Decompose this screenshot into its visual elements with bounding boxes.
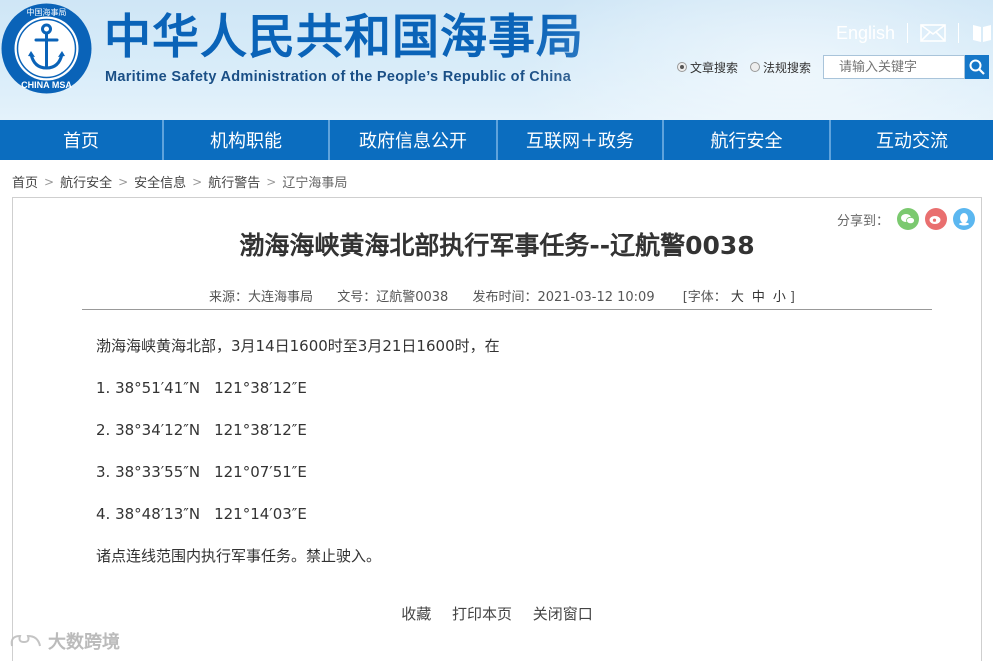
- search-option-article[interactable]: 文章搜索: [677, 59, 738, 76]
- book-icon[interactable]: [971, 22, 993, 44]
- site-title-en: Maritime Safety Administration of the Pe…: [105, 69, 572, 85]
- article-footer-links: 收藏 打印本页 关闭窗口: [13, 603, 981, 624]
- point-longitude: 121°14′03″E: [214, 505, 307, 523]
- breadcrumb: 首页 > 航行安全 > 安全信息 > 航行警告 > 辽宁海事局: [12, 172, 347, 192]
- font-size-large[interactable]: 大: [731, 290, 744, 305]
- point-number: 3.: [96, 463, 111, 481]
- search-option-label: 文章搜索: [690, 60, 739, 75]
- english-link[interactable]: English: [836, 23, 895, 44]
- coordinate-point: 2. 38°34′12″N 121°38′12″E: [96, 420, 500, 462]
- radio-checked-icon[interactable]: [677, 62, 687, 72]
- watermark-text: 大数跨境: [48, 632, 120, 653]
- breadcrumb-separator: >: [44, 174, 55, 189]
- nav-item-home[interactable]: 首页: [0, 120, 164, 160]
- breadcrumb-separator: >: [266, 174, 277, 189]
- logo-text-bottom: CHINA MSA: [21, 80, 72, 90]
- search-icon: [969, 59, 985, 75]
- nav-item-gov-info[interactable]: 政府信息公开: [330, 120, 498, 160]
- search-option-label: 法规搜索: [763, 60, 812, 75]
- main-nav: 首页 机构职能 政府信息公开 互联网＋政务 航行安全 互动交流: [0, 120, 993, 160]
- meta-publish-time: 发布时间：2021-03-12 10:09: [472, 290, 655, 305]
- article-meta: 来源：大连海事局 文号：辽航警0038 发布时间：2021-03-12 10:0…: [13, 286, 981, 305]
- search-input[interactable]: [823, 55, 966, 79]
- breadcrumb-item-nav-safety[interactable]: 航行安全: [60, 172, 112, 191]
- nav-item-interaction[interactable]: 互动交流: [831, 120, 993, 160]
- nav-item-nav-safety[interactable]: 航行安全: [664, 120, 831, 160]
- breadcrumb-item-safety-info[interactable]: 安全信息: [134, 172, 186, 191]
- coordinate-point: 4. 38°48′13″N 121°14′03″E: [96, 504, 500, 546]
- meta-doc-no: 文号：辽航警0038: [337, 290, 449, 305]
- point-number: 4.: [96, 505, 111, 523]
- breadcrumb-item-liaoning[interactable]: 辽宁海事局: [282, 172, 347, 191]
- point-latitude: 38°51′41″N: [115, 379, 201, 397]
- article-body: 渤海海峡黄海北部，3月14日1600时至3月21日1600时，在 1. 38°5…: [96, 336, 500, 588]
- breadcrumb-separator: >: [118, 174, 129, 189]
- site-header: 中国海事局 CHINA MSA 中华人民共和国海事局 Maritime Safe…: [0, 0, 993, 120]
- font-size-label: [字体：: [682, 290, 727, 305]
- search-row: 文章搜索 法规搜索: [677, 55, 990, 79]
- search-option-law[interactable]: 法规搜索: [750, 59, 811, 76]
- coordinate-point: 1. 38°51′41″N 121°38′12″E: [96, 378, 500, 420]
- logo-text-top: 中国海事局: [27, 7, 67, 17]
- title-divider: [82, 309, 932, 310]
- article-intro: 渤海海峡黄海北部，3月14日1600时至3月21日1600时，在: [96, 337, 500, 355]
- point-latitude: 38°33′55″N: [115, 463, 201, 481]
- watermark: 大数跨境: [8, 628, 120, 654]
- coordinate-point: 3. 38°33′55″N 121°07′51″E: [96, 462, 500, 504]
- top-separator: [958, 23, 959, 43]
- mail-icon[interactable]: [920, 24, 946, 42]
- point-longitude: 121°38′12″E: [214, 379, 307, 397]
- article-container: 分享到： 渤海海峡黄海北部执行军事任务--辽航警0038 来源：大连海事局 文号…: [12, 197, 982, 661]
- article-conclusion: 诸点连线范围内执行军事任务。禁止驶入。: [96, 547, 382, 565]
- top-separator: [907, 23, 908, 43]
- print-link[interactable]: 打印本页: [452, 605, 512, 623]
- point-latitude: 38°34′12″N: [115, 421, 201, 439]
- point-number: 1.: [96, 379, 111, 397]
- close-window-link[interactable]: 关闭窗口: [533, 605, 593, 623]
- search-button[interactable]: [965, 55, 990, 79]
- meta-source: 来源：大连海事局: [209, 290, 314, 305]
- font-size-close-bracket: ]: [789, 290, 795, 305]
- nav-item-internet-gov[interactable]: 互联网＋政务: [498, 120, 664, 160]
- breadcrumb-item-home[interactable]: 首页: [12, 172, 38, 191]
- top-links: English: [836, 20, 993, 46]
- point-number: 2.: [96, 421, 111, 439]
- font-size-small[interactable]: 小: [773, 290, 786, 305]
- msa-logo[interactable]: 中国海事局 CHINA MSA: [0, 2, 93, 95]
- nav-item-functions[interactable]: 机构职能: [164, 120, 330, 160]
- radio-unchecked-icon[interactable]: [750, 62, 761, 72]
- bookmark-link[interactable]: 收藏: [401, 605, 431, 623]
- article-title: 渤海海峡黄海北部执行军事任务--辽航警0038: [239, 231, 755, 260]
- point-longitude: 121°07′51″E: [214, 463, 307, 481]
- font-size-medium[interactable]: 中: [752, 290, 765, 305]
- point-latitude: 38°48′13″N: [115, 505, 201, 523]
- point-longitude: 121°38′12″E: [214, 421, 307, 439]
- font-size-control: [字体： 大中小]: [683, 290, 795, 305]
- site-title-cn: 中华人民共和国海事局: [104, 10, 584, 65]
- breadcrumb-separator: >: [192, 174, 203, 189]
- breadcrumb-item-warnings[interactable]: 航行警告: [208, 172, 260, 191]
- watermark-logo-icon: [10, 634, 41, 647]
